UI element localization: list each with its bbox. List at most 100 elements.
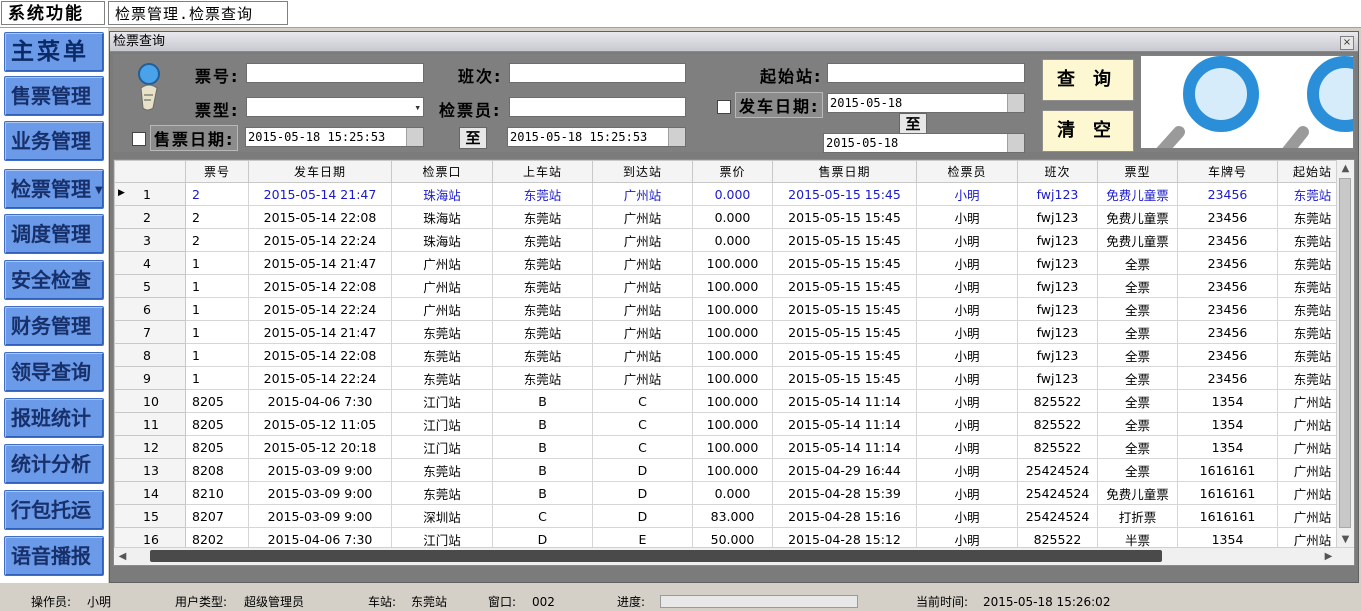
table-cell[interactable]: 1616161 <box>1177 504 1278 528</box>
sale-date-from-input[interactable]: 2015-05-18 15:25:53 <box>245 127 424 147</box>
table-cell[interactable]: 2 <box>185 228 249 252</box>
table-cell[interactable]: 珠海站 <box>391 182 493 206</box>
column-header[interactable]: 发车日期 <box>248 160 392 183</box>
table-cell[interactable]: B <box>492 435 593 459</box>
table-cell[interactable]: C <box>592 412 693 436</box>
table-cell[interactable]: 2015-04-28 15:39 <box>772 481 917 505</box>
table-cell[interactable]: 深圳站 <box>391 504 493 528</box>
horizontal-scrollbar[interactable]: ◀ ▶ <box>114 547 1354 565</box>
table-row[interactable]: 3 2 2015-05-14 22:24 珠海站 东莞站 广州站 0.000 2015-05-… <box>114 228 1348 252</box>
table-cell[interactable]: 珠海站 <box>391 228 493 252</box>
table-cell[interactable]: 100.000 <box>692 251 773 275</box>
table-cell[interactable]: 2015-05-14 22:24 <box>248 297 392 321</box>
table-cell[interactable]: 江门站 <box>391 412 493 436</box>
nav-statistics[interactable]: 统计分析 <box>4 444 104 484</box>
nav-dispatch[interactable]: 调度管理 <box>4 214 104 254</box>
table-cell[interactable]: B <box>492 389 593 413</box>
table-cell[interactable]: 23456 <box>1177 343 1278 367</box>
table-cell[interactable]: 2015-05-15 15:45 <box>772 205 917 229</box>
table-cell[interactable]: 23456 <box>1177 182 1278 206</box>
table-cell[interactable]: 1616161 <box>1177 458 1278 482</box>
table-cell[interactable]: 广州站 <box>592 251 693 275</box>
depart-date-checkbox[interactable] <box>717 100 731 114</box>
ticket-type-select[interactable]: ▾ <box>246 97 424 117</box>
origin-input[interactable] <box>827 63 1025 83</box>
table-cell[interactable]: 2 <box>185 182 249 206</box>
table-cell[interactable]: 广州站 <box>592 228 693 252</box>
row-header[interactable]: 7 <box>114 320 186 344</box>
table-cell[interactable]: 25424524 <box>1017 504 1098 528</box>
nav-ticket-sales[interactable]: 售票管理 <box>4 76 104 116</box>
depart-date-to-input[interactable]: 2015-05-18 <box>823 133 1025 153</box>
table-cell[interactable]: 东莞站 <box>492 182 593 206</box>
table-cell[interactable]: fwj123 <box>1017 251 1098 275</box>
table-cell[interactable]: 东莞站 <box>391 320 493 344</box>
row-header[interactable]: 9 <box>114 366 186 390</box>
nav-leader-query[interactable]: 领导查询 <box>4 352 104 392</box>
table-cell[interactable]: 2015-05-14 21:47 <box>248 251 392 275</box>
table-cell[interactable]: 2015-05-14 22:08 <box>248 274 392 298</box>
table-cell[interactable]: 东莞站 <box>391 366 493 390</box>
table-cell[interactable]: 免费儿童票 <box>1097 228 1178 252</box>
table-cell[interactable]: 23456 <box>1177 205 1278 229</box>
breadcrumb[interactable]: 检票管理.检票查询 <box>108 1 288 25</box>
table-cell[interactable]: 免费儿童票 <box>1097 481 1178 505</box>
table-cell[interactable]: 8205 <box>185 412 249 436</box>
column-header[interactable]: 班次 <box>1017 160 1098 183</box>
table-cell[interactable]: 东莞站 <box>492 228 593 252</box>
clear-button[interactable]: 清空 <box>1042 110 1134 152</box>
table-cell[interactable]: fwj123 <box>1017 343 1098 367</box>
nav-business[interactable]: 业务管理 <box>4 121 104 161</box>
table-row[interactable]: ▶ 1 2 2015-05-14 21:47 珠海站 东莞站 广州站 0.000 2015-05… <box>114 182 1348 206</box>
table-cell[interactable]: 全票 <box>1097 389 1178 413</box>
table-cell[interactable]: 东莞站 <box>492 274 593 298</box>
table-cell[interactable]: D <box>592 504 693 528</box>
table-row[interactable]: 12 8205 2015-05-12 20:18 江门站 B C 100.000 2015-0… <box>114 435 1348 459</box>
column-header[interactable]: 检票口 <box>391 160 493 183</box>
table-cell[interactable]: 100.000 <box>692 320 773 344</box>
column-header[interactable]: 检票员 <box>916 160 1018 183</box>
table-cell[interactable]: 100.000 <box>692 274 773 298</box>
table-cell[interactable]: C <box>592 435 693 459</box>
table-cell[interactable]: 2015-03-09 9:00 <box>248 481 392 505</box>
table-cell[interactable]: 全票 <box>1097 251 1178 275</box>
row-header[interactable]: ▶ 1 <box>114 182 186 206</box>
table-cell[interactable]: 1 <box>185 251 249 275</box>
table-cell[interactable]: 小明 <box>916 205 1018 229</box>
table-cell[interactable]: 825522 <box>1017 389 1098 413</box>
table-cell[interactable]: 2015-05-12 20:18 <box>248 435 392 459</box>
column-header[interactable]: 上车站 <box>492 160 593 183</box>
table-cell[interactable]: 小明 <box>916 251 1018 275</box>
table-cell[interactable]: 825522 <box>1017 412 1098 436</box>
table-cell[interactable]: 东莞站 <box>391 458 493 482</box>
table-cell[interactable]: 2015-05-14 21:47 <box>248 182 392 206</box>
scrollbar-thumb[interactable] <box>150 550 1162 562</box>
table-cell[interactable]: 东莞站 <box>492 320 593 344</box>
table-row[interactable]: 11 8205 2015-05-12 11:05 江门站 B C 100.000 2015-0… <box>114 412 1348 436</box>
table-cell[interactable]: 全票 <box>1097 435 1178 459</box>
table-cell[interactable]: 8208 <box>185 458 249 482</box>
nav-voice[interactable]: 语音播报 <box>4 536 104 576</box>
table-cell[interactable]: 江门站 <box>391 389 493 413</box>
table-cell[interactable]: fwj123 <box>1017 297 1098 321</box>
nav-luggage[interactable]: 行包托运 <box>4 490 104 530</box>
table-cell[interactable]: 广州站 <box>592 366 693 390</box>
table-cell[interactable]: 100.000 <box>692 366 773 390</box>
date-picker-button[interactable] <box>668 128 685 146</box>
table-cell[interactable]: 2015-05-14 21:47 <box>248 320 392 344</box>
ticket-no-input[interactable] <box>246 63 424 83</box>
table-cell[interactable]: 100.000 <box>692 458 773 482</box>
table-cell[interactable]: 2015-05-15 15:45 <box>772 297 917 321</box>
table-cell[interactable]: 23456 <box>1177 297 1278 321</box>
table-cell[interactable]: 1 <box>185 320 249 344</box>
table-cell[interactable]: 2015-05-14 22:08 <box>248 205 392 229</box>
table-cell[interactable]: 1 <box>185 366 249 390</box>
table-cell[interactable]: 825522 <box>1017 435 1098 459</box>
query-button[interactable]: 查询 <box>1042 59 1134 101</box>
table-cell[interactable]: 2015-05-14 11:14 <box>772 389 917 413</box>
nav-safety-check[interactable]: 安全检查 <box>4 260 104 300</box>
nav-shift-stats[interactable]: 报班统计 <box>4 398 104 438</box>
table-cell[interactable]: 广州站 <box>391 251 493 275</box>
table-cell[interactable]: 0.000 <box>692 182 773 206</box>
table-cell[interactable]: 8210 <box>185 481 249 505</box>
